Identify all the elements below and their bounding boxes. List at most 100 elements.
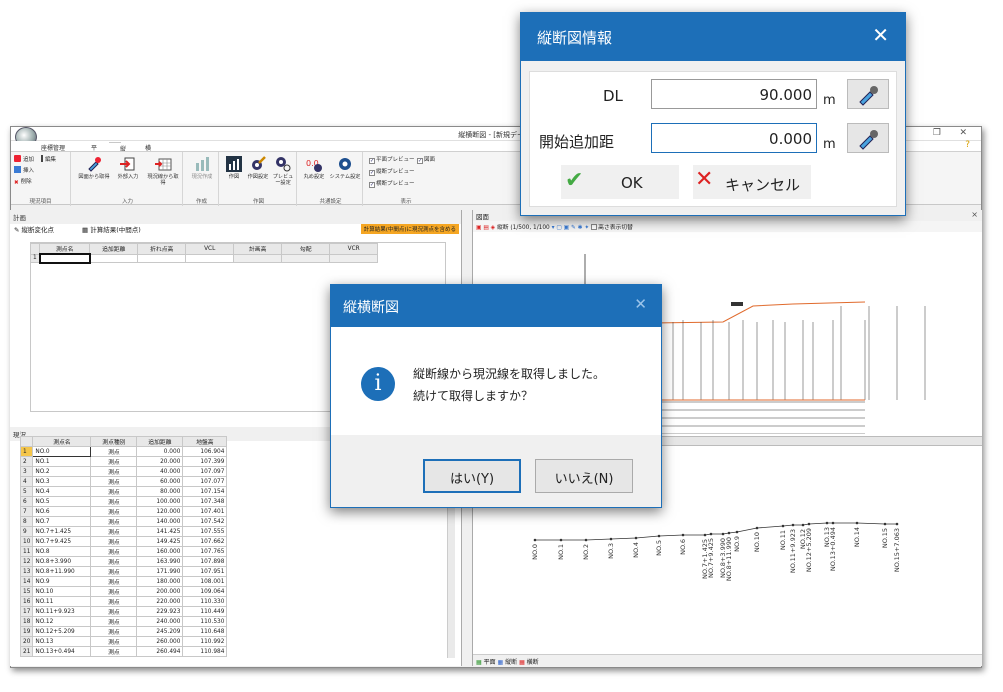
table-row[interactable]: 1 NO.0 測点 0.000 106.904 [19, 446, 228, 457]
table-cell[interactable]: 107.154 [182, 486, 228, 497]
table-cell[interactable]: 107.542 [182, 516, 228, 527]
table-cell[interactable]: 120.000 [136, 506, 184, 517]
table-cell[interactable]: 測点 [90, 566, 138, 577]
table-cell[interactable]: NO.4 [32, 486, 92, 497]
table-cell[interactable]: NO.2 [32, 466, 92, 477]
table-row[interactable]: 7 NO.6 測点 120.000 107.401 [19, 506, 228, 517]
table-cell[interactable]: NO.1 [32, 456, 92, 467]
table-cell[interactable]: NO.11+9.923 [32, 606, 92, 617]
table-cell[interactable]: 110.530 [182, 616, 228, 627]
external-input-button[interactable]: 外部入力 [113, 155, 143, 180]
cancel-button[interactable]: ✕ キャンセル [693, 165, 811, 199]
dl-pick-button[interactable] [847, 79, 889, 109]
table-cell[interactable]: NO.12+5.209 [32, 626, 92, 637]
table-cell[interactable]: NO.5 [32, 496, 92, 507]
table-row[interactable]: 20 NO.13 測点 260.000 110.992 [19, 636, 228, 647]
grid-cell[interactable] [89, 253, 139, 264]
grid-cell[interactable] [329, 253, 379, 264]
dialog-close-icon[interactable]: ✕ [872, 23, 889, 47]
table-cell[interactable]: 110.449 [182, 606, 228, 617]
table-row[interactable]: 17 NO.11+9.923 測点 229.923 110.449 [19, 606, 228, 617]
table-cell[interactable]: 109.064 [182, 586, 228, 597]
panel-close-icon[interactable]: × [971, 210, 978, 219]
dl-input[interactable]: 90.000 [651, 79, 817, 109]
table-cell[interactable]: 20.000 [136, 456, 184, 467]
table-cell[interactable]: 240.000 [136, 616, 184, 627]
table-cell[interactable]: NO.8+11.990 [32, 566, 92, 577]
table-cell[interactable]: NO.8+3.990 [32, 556, 92, 567]
rounding-settings-button[interactable]: 0.0 丸め設定 [301, 155, 327, 180]
grid-cell[interactable] [281, 253, 331, 264]
no-button[interactable]: いいえ(N) [535, 459, 633, 493]
table-cell[interactable]: 107.662 [182, 536, 228, 547]
insert-button[interactable]: 挿入 [14, 166, 34, 174]
table-cell[interactable]: 測点 [90, 616, 138, 627]
grid-cell[interactable] [185, 253, 235, 264]
table-cell[interactable]: 140.000 [136, 516, 184, 527]
grid-cell[interactable] [137, 253, 187, 264]
table-cell[interactable]: 測点 [90, 586, 138, 597]
table-cell[interactable]: NO.13 [32, 636, 92, 647]
get-from-drawing-button[interactable]: 図面から取得 [77, 155, 111, 180]
table-row[interactable]: 8 NO.7 測点 140.000 107.542 [19, 516, 228, 527]
table-row[interactable]: 15 NO.10 測点 200.000 109.064 [19, 586, 228, 597]
table-cell[interactable]: 110.648 [182, 626, 228, 637]
table-cell[interactable]: 107.348 [182, 496, 228, 507]
table-cell[interactable]: NO.10 [32, 586, 92, 597]
table-cell[interactable]: 260.000 [136, 636, 184, 647]
table-cell[interactable]: 245.209 [136, 626, 184, 637]
table-cell[interactable]: 163.990 [136, 556, 184, 567]
get-from-current-line-button[interactable]: 現況線から取得 [145, 155, 181, 186]
table-cell[interactable]: 110.330 [182, 596, 228, 607]
table-row[interactable]: 21 NO.13+0.494 測点 260.494 110.984 [19, 646, 228, 657]
start-distance-input[interactable]: 0.000 [651, 123, 817, 153]
table-row[interactable]: 12 NO.8+3.990 測点 163.990 107.898 [19, 556, 228, 567]
table-row[interactable]: 3 NO.2 測点 40.000 107.097 [19, 466, 228, 477]
table-cell[interactable]: 測点 [90, 506, 138, 517]
start-pick-button[interactable] [847, 123, 889, 153]
scale-dropdown[interactable]: 縦断 (1/500, 1/100 [497, 225, 550, 231]
table-cell[interactable]: 220.000 [136, 596, 184, 607]
tab-calc-results[interactable]: ▦ 計算結果(中間点) [82, 224, 141, 234]
table-cell[interactable]: 107.898 [182, 556, 228, 567]
table-cell[interactable]: 測点 [90, 546, 138, 557]
close-icon[interactable]: ✕ [959, 128, 967, 138]
delete-button[interactable]: ✖ 削除 [14, 177, 32, 187]
tab-cross-view[interactable]: 横断 [527, 659, 539, 666]
table-cell[interactable]: 200.000 [136, 586, 184, 597]
table-cell[interactable]: NO.0 [32, 446, 92, 457]
table-row[interactable]: 6 NO.5 測点 100.000 107.348 [19, 496, 228, 507]
drawing-checkbox[interactable]: ✓ 図面 [417, 155, 435, 164]
tab-longitudinal[interactable]: 縦断 [109, 142, 126, 162]
table-row[interactable]: 14 NO.9 測点 180.000 108.001 [19, 576, 228, 587]
table-cell[interactable]: 107.765 [182, 546, 228, 557]
table-cell[interactable]: NO.6 [32, 506, 92, 517]
table-cell[interactable]: 測点 [90, 496, 138, 507]
tab-change-points[interactable]: ✎ 縦断変化点 [14, 224, 54, 234]
draw-settings-button[interactable]: 作図設定 [247, 155, 269, 180]
table-cell[interactable]: 110.984 [182, 646, 228, 657]
preview-settings-button[interactable]: プレビュー設定 [271, 155, 295, 186]
table-cell[interactable]: 107.555 [182, 526, 228, 537]
table-row[interactable]: 10 NO.7+9.425 測点 149.425 107.662 [19, 536, 228, 547]
table-cell[interactable]: NO.7+1.425 [32, 526, 92, 537]
table-cell[interactable]: 測点 [90, 456, 138, 467]
table-cell[interactable]: 107.077 [182, 476, 228, 487]
table-cell[interactable]: 260.494 [136, 646, 184, 657]
table-row[interactable]: 11 NO.8 測点 160.000 107.765 [19, 546, 228, 557]
cross-preview-checkbox[interactable]: ✓ 横断プレビュー [369, 179, 415, 188]
table-cell[interactable]: 171.990 [136, 566, 184, 577]
table-cell[interactable]: 108.001 [182, 576, 228, 587]
grid-cell-active[interactable] [38, 253, 91, 264]
table-cell[interactable]: 107.399 [182, 456, 228, 467]
table-cell[interactable]: 測点 [90, 516, 138, 527]
table-cell[interactable]: 106.904 [182, 446, 228, 457]
add-button[interactable]: 追加 [14, 155, 34, 163]
table-cell[interactable]: NO.9 [32, 576, 92, 587]
height-toggle-checkbox[interactable] [591, 224, 598, 230]
table-cell[interactable]: 測点 [90, 606, 138, 617]
table-cell[interactable]: 測点 [90, 636, 138, 647]
plan-preview-checkbox[interactable]: ✓ 平面プレビュー [369, 155, 415, 164]
table-cell[interactable]: 40.000 [136, 466, 184, 477]
toolbar-icons[interactable]: ▣ ▤ ◈ [476, 225, 495, 231]
